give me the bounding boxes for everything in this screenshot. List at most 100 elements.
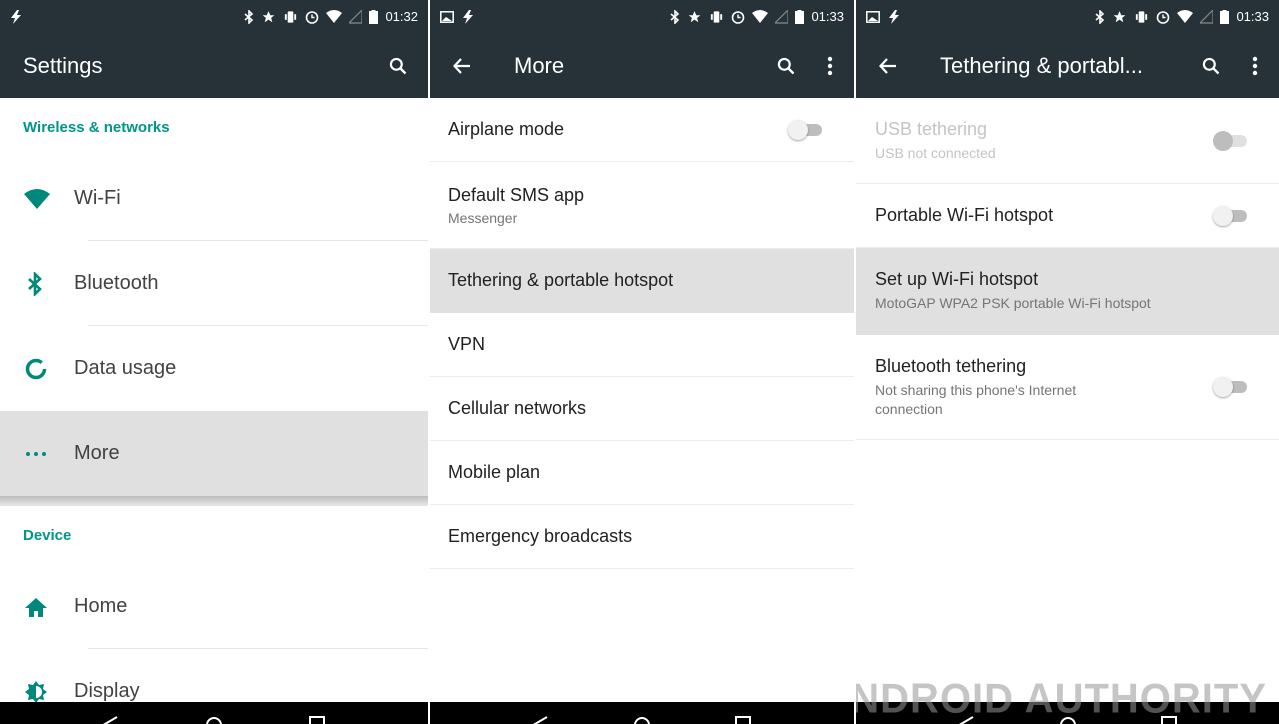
list-item-vpn[interactable]: VPN <box>430 313 854 377</box>
search-icon <box>1202 57 1220 74</box>
settings-item-label: Data usage <box>74 357 177 379</box>
nav-recents-button[interactable] <box>297 702 337 724</box>
more-screen: 01:33 More Airplane mode Default SMS app… <box>430 0 854 724</box>
cell-signal-icon <box>1200 9 1214 24</box>
search-button[interactable] <box>374 42 422 90</box>
status-clock: 01:32 <box>385 9 418 24</box>
wifi-signal-icon <box>752 9 769 23</box>
list-item-portable-wifi-hotspot[interactable]: Portable Wi-Fi hotspot <box>856 184 1279 248</box>
settings-item-home[interactable]: Home <box>0 564 428 649</box>
screenshot-icon <box>866 10 880 23</box>
wifi-signal-icon <box>326 9 343 23</box>
bluetooth-status-icon <box>1095 9 1105 24</box>
flash-icon <box>889 9 899 24</box>
nav-home-button[interactable] <box>194 702 234 724</box>
nav-back-icon <box>532 716 548 724</box>
settings-item-bluetooth[interactable]: Bluetooth <box>0 241 428 326</box>
bluetooth-tethering-switch[interactable] <box>1213 377 1249 397</box>
page-title: Settings <box>23 52 103 78</box>
flash-icon <box>463 9 473 24</box>
overflow-menu-button[interactable] <box>1235 42 1275 90</box>
bluetooth-icon <box>28 271 42 296</box>
overflow-menu-button[interactable] <box>810 42 850 90</box>
item-subtitle: Messenger <box>448 209 518 226</box>
back-button[interactable] <box>856 42 920 90</box>
star-icon <box>689 10 701 22</box>
alarm-icon <box>1157 10 1170 24</box>
navigation-bar <box>430 702 854 724</box>
search-button[interactable] <box>1187 42 1235 90</box>
usb-tethering-switch[interactable] <box>1213 130 1249 151</box>
settings-item-label: Display <box>74 680 140 702</box>
list-item-setup-wifi-hotspot[interactable]: Set up Wi-Fi hotspot MotoGAP WPA2 PSK po… <box>856 248 1279 335</box>
settings-item-label: Home <box>74 595 128 617</box>
settings-item-data-usage[interactable]: Data usage <box>0 326 428 411</box>
vibrate-icon <box>1136 10 1148 23</box>
nav-home-icon <box>634 717 650 724</box>
list-item-cellular-networks[interactable]: Cellular networks <box>430 377 854 441</box>
list-item-mobile-plan[interactable]: Mobile plan <box>430 441 854 505</box>
app-toolbar: Tethering & portabl... <box>856 33 1279 98</box>
item-title: Cellular networks <box>448 398 587 418</box>
cell-signal-icon <box>349 9 363 24</box>
section-header-device: Device <box>23 526 72 544</box>
display-brightness-icon <box>25 680 47 703</box>
item-title: VPN <box>448 334 486 354</box>
nav-home-icon <box>206 717 222 724</box>
list-item-tethering-hotspot[interactable]: Tethering & portable hotspot <box>430 249 854 313</box>
item-subtitle: MotoGAP WPA2 PSK portable Wi-Fi hotspot <box>875 295 1151 311</box>
app-toolbar: Settings <box>0 33 428 98</box>
page-title: Tethering & portabl... <box>940 52 1144 78</box>
data-usage-icon <box>25 358 47 379</box>
battery-icon <box>795 9 805 24</box>
home-icon <box>25 597 47 617</box>
wifi-icon <box>24 188 50 209</box>
airplane-mode-switch[interactable] <box>788 119 824 140</box>
search-icon <box>777 57 795 74</box>
alarm-icon <box>732 10 745 24</box>
list-item-default-sms-app[interactable]: Default SMS app Messenger <box>430 162 854 249</box>
battery-icon <box>369 9 379 24</box>
settings-screen: 01:32 Settings Wireless & networks Wi-Fi… <box>0 0 428 724</box>
item-title: USB tethering <box>875 118 988 139</box>
nav-home-button[interactable] <box>622 702 662 724</box>
section-divider <box>0 496 428 506</box>
item-title: Airplane mode <box>448 119 565 139</box>
page-title: More <box>514 52 565 78</box>
star-icon <box>1114 10 1126 22</box>
back-arrow-icon <box>879 57 896 74</box>
back-button[interactable] <box>430 42 494 90</box>
item-title: Emergency broadcasts <box>448 526 633 546</box>
list-item-emergency-broadcasts[interactable]: Emergency broadcasts <box>430 505 854 569</box>
nav-back-button[interactable] <box>91 702 131 724</box>
star-icon <box>263 10 275 22</box>
settings-item-label: Bluetooth <box>74 272 159 294</box>
item-title: Set up Wi-Fi hotspot <box>875 269 1039 289</box>
battery-icon <box>1220 9 1230 24</box>
list-item-usb-tethering[interactable]: USB tethering USB not connected <box>856 98 1279 184</box>
status-clock: 01:33 <box>1236 9 1269 24</box>
search-icon <box>389 57 407 74</box>
settings-item-more[interactable]: More <box>0 411 428 496</box>
vibrate-icon <box>285 10 297 23</box>
item-subtitle: Not sharing this phone's Internet connec… <box>875 381 1077 417</box>
settings-item-wifi[interactable]: Wi-Fi <box>0 156 428 241</box>
settings-list: Wireless & networks Wi-Fi Bluetooth Data… <box>0 98 428 703</box>
item-title: Mobile plan <box>448 462 541 482</box>
tethering-screen: 01:33 Tethering & portabl... USB tetheri… <box>856 0 1279 724</box>
wifi-hotspot-switch[interactable] <box>1213 205 1249 226</box>
navigation-bar <box>0 702 428 724</box>
app-toolbar: More <box>430 33 854 98</box>
status-bar: 01:33 <box>856 0 1279 33</box>
list-item-bluetooth-tethering[interactable]: Bluetooth tethering Not sharing this pho… <box>856 335 1279 440</box>
list-item-airplane-mode[interactable]: Airplane mode <box>430 98 854 162</box>
tethering-list: USB tethering USB not connected Portable… <box>856 98 1279 702</box>
nav-back-icon <box>103 716 118 724</box>
search-button[interactable] <box>762 42 810 90</box>
back-arrow-icon <box>453 57 470 74</box>
settings-item-label: More <box>74 442 120 464</box>
flash-icon <box>11 9 21 24</box>
nav-back-button[interactable] <box>521 702 561 724</box>
item-subtitle: USB not connected <box>875 144 996 161</box>
nav-recents-button[interactable] <box>723 702 763 724</box>
